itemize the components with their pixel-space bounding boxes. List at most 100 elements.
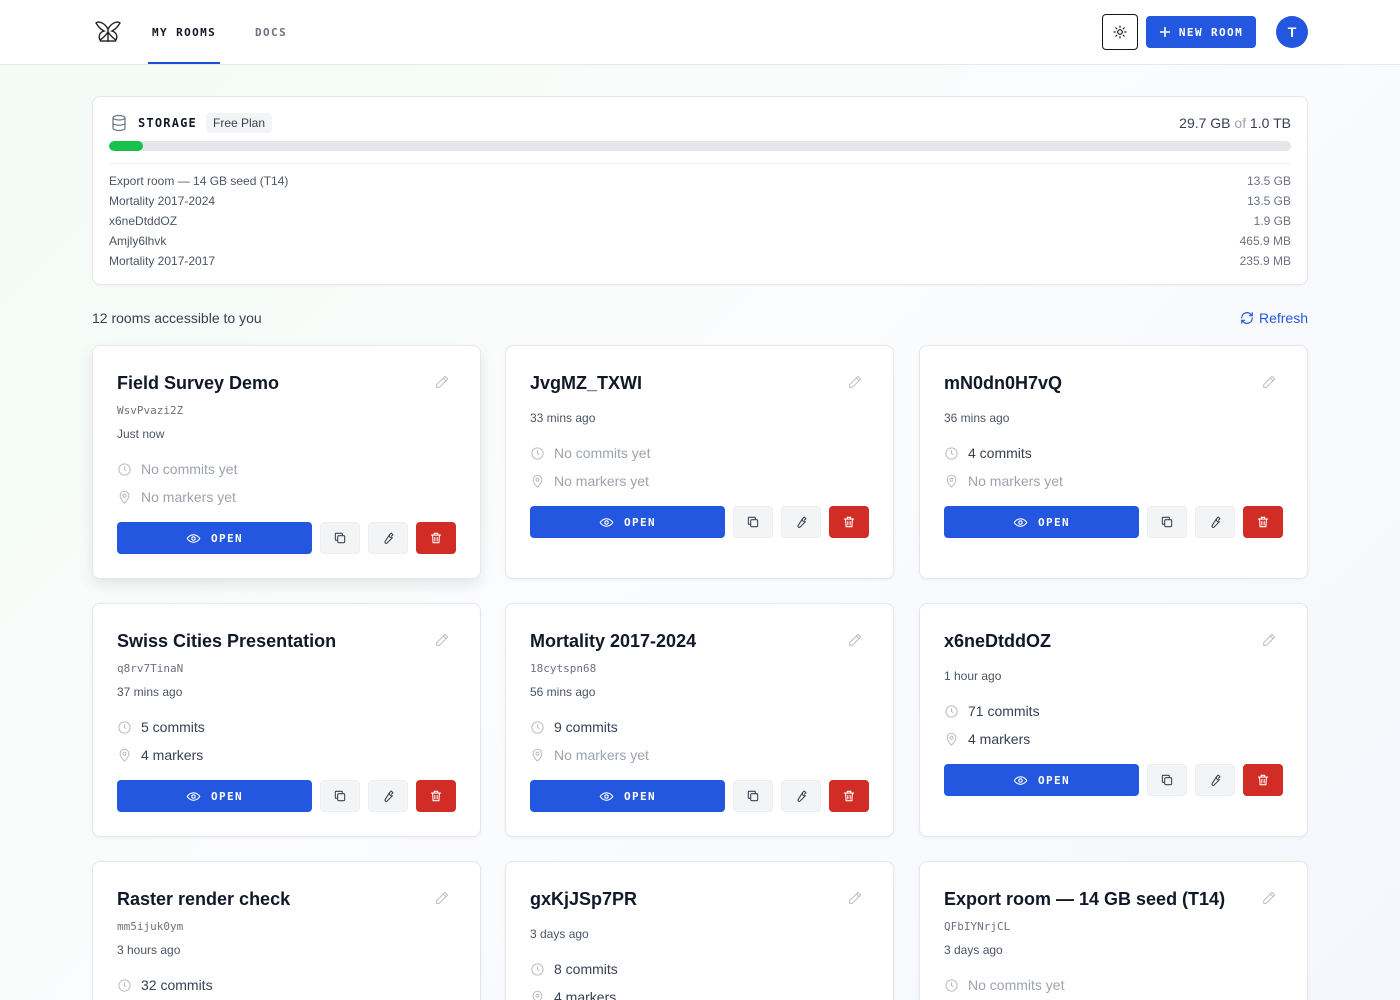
sun-icon bbox=[1113, 25, 1127, 39]
trash-icon bbox=[430, 790, 442, 802]
room-title[interactable]: Raster render check bbox=[117, 889, 290, 910]
user-avatar[interactable]: T bbox=[1276, 16, 1308, 48]
room-card[interactable]: Raster render check mm5ijuk0ym 3 hours ago… bbox=[92, 861, 481, 1000]
room-updated-time: 56 mins ago bbox=[530, 685, 596, 699]
storage-room-name: Mortality 2017-2024 bbox=[109, 194, 216, 208]
duplicate-room-button[interactable] bbox=[320, 522, 360, 554]
room-title[interactable]: JvgMZ_TXWI bbox=[530, 373, 642, 394]
open-label: OPEN bbox=[623, 789, 657, 803]
database-icon bbox=[112, 114, 126, 132]
open-room-button[interactable]: OPEN bbox=[117, 522, 312, 554]
open-room-button[interactable]: OPEN bbox=[530, 506, 725, 538]
markers-stat: 4 markers bbox=[944, 731, 1030, 747]
pencil-icon bbox=[1263, 633, 1276, 646]
room-title[interactable]: gxKjJSp7PR bbox=[530, 889, 637, 910]
commits-count: 32 commits bbox=[141, 977, 213, 993]
open-room-button[interactable]: OPEN bbox=[117, 780, 312, 812]
room-settings-button[interactable] bbox=[368, 522, 408, 554]
delete-room-button[interactable] bbox=[829, 780, 869, 812]
room-title[interactable]: Mortality 2017-2024 bbox=[530, 631, 696, 652]
room-card[interactable]: Export room — 14 GB seed (T14) QFbIYNrjCL… bbox=[919, 861, 1308, 1000]
pencil-icon bbox=[849, 633, 862, 646]
edit-room-button[interactable] bbox=[847, 632, 865, 650]
room-updated-time: 3 days ago bbox=[530, 927, 589, 941]
room-title[interactable]: Export room — 14 GB seed (T14) bbox=[944, 889, 1225, 910]
room-card[interactable]: gxKjJSp7PR 3 days ago 8 commits 4 markers bbox=[505, 861, 894, 1000]
room-card[interactable]: x6neDtddOZ 1 hour ago 71 commits 4 markers O… bbox=[919, 603, 1308, 837]
commits-count: 71 commits bbox=[968, 703, 1040, 719]
map-pin-icon bbox=[119, 748, 130, 762]
storage-usage: 29.7 GB of 1.0 TB bbox=[1179, 115, 1291, 131]
delete-room-button[interactable] bbox=[829, 506, 869, 538]
pencil-icon bbox=[436, 633, 449, 646]
room-card[interactable]: mN0dn0H7vQ 36 mins ago 4 commits No markers… bbox=[919, 345, 1308, 579]
delete-room-button[interactable] bbox=[416, 780, 456, 812]
markers-stat: No markers yet bbox=[530, 747, 649, 763]
room-settings-button[interactable] bbox=[1195, 764, 1235, 796]
edit-room-button[interactable] bbox=[434, 890, 452, 908]
room-card[interactable]: Field Survey Demo WsvPvazi2Z Just now No co… bbox=[92, 345, 481, 579]
wrench-icon bbox=[797, 516, 807, 528]
storage-room-list: Export room — 14 GB seed (T14) 13.5 GB Mor… bbox=[109, 171, 1291, 271]
logo-icon[interactable] bbox=[95, 20, 121, 44]
duplicate-room-button[interactable] bbox=[320, 780, 360, 812]
duplicate-room-button[interactable] bbox=[733, 780, 773, 812]
room-updated-time: 37 mins ago bbox=[117, 685, 183, 699]
room-updated-time: 36 mins ago bbox=[944, 411, 1010, 425]
edit-room-button[interactable] bbox=[434, 374, 452, 392]
room-title[interactable]: x6neDtddOZ bbox=[944, 631, 1051, 652]
pencil-icon bbox=[436, 375, 449, 388]
duplicate-room-button[interactable] bbox=[1147, 764, 1187, 796]
delete-room-button[interactable] bbox=[1243, 764, 1283, 796]
room-settings-button[interactable] bbox=[781, 506, 821, 538]
copy-icon bbox=[334, 790, 346, 802]
room-card[interactable]: Swiss Cities Presentation q8rv7TinaN 37 mi… bbox=[92, 603, 481, 837]
room-card[interactable]: JvgMZ_TXWI 33 mins ago No commits yet No ma… bbox=[505, 345, 894, 579]
room-settings-button[interactable] bbox=[781, 780, 821, 812]
copy-icon bbox=[1161, 774, 1173, 786]
wrench-icon bbox=[1211, 774, 1221, 786]
room-title[interactable]: Swiss Cities Presentation bbox=[117, 631, 336, 652]
storage-room-name: Export room — 14 GB seed (T14) bbox=[109, 174, 289, 188]
theme-toggle-button[interactable] bbox=[1102, 14, 1138, 50]
tab-my-rooms[interactable]: MY ROOMS bbox=[147, 0, 221, 64]
room-title[interactable]: Field Survey Demo bbox=[117, 373, 279, 394]
edit-room-button[interactable] bbox=[847, 890, 865, 908]
markers-stat: 4 markers bbox=[530, 989, 616, 1000]
new-room-button[interactable]: NEW ROOM bbox=[1146, 16, 1256, 48]
edit-room-button[interactable] bbox=[1261, 632, 1279, 650]
edit-room-button[interactable] bbox=[1261, 374, 1279, 392]
room-title[interactable]: mN0dn0H7vQ bbox=[944, 373, 1062, 394]
storage-room-size: 465.9 MB bbox=[1239, 234, 1291, 248]
duplicate-room-button[interactable] bbox=[733, 506, 773, 538]
edit-room-button[interactable] bbox=[847, 374, 865, 392]
wrench-icon bbox=[384, 532, 394, 544]
open-room-button[interactable]: OPEN bbox=[530, 780, 725, 812]
clock-icon bbox=[531, 720, 544, 734]
refresh-link[interactable]: Refresh bbox=[1240, 310, 1308, 326]
open-room-button[interactable]: OPEN bbox=[944, 506, 1139, 538]
commits-stat: No commits yet bbox=[530, 445, 650, 461]
plus-icon bbox=[1159, 27, 1170, 37]
delete-room-button[interactable] bbox=[1243, 506, 1283, 538]
room-card[interactable]: Mortality 2017-2024 18cytspn68 56 mins ago… bbox=[505, 603, 894, 837]
room-updated-time: Just now bbox=[117, 427, 165, 441]
storage-row: x6neDtddOZ 1.9 GB bbox=[109, 211, 1291, 231]
open-room-button[interactable]: OPEN bbox=[944, 764, 1139, 796]
tab-docs[interactable]: DOCS bbox=[255, 0, 287, 64]
commits-count: No commits yet bbox=[968, 977, 1065, 993]
edit-room-button[interactable] bbox=[434, 632, 452, 650]
room-settings-button[interactable] bbox=[368, 780, 408, 812]
eye-icon bbox=[186, 533, 201, 543]
duplicate-room-button[interactable] bbox=[1147, 506, 1187, 538]
storage-room-size: 13.5 GB bbox=[1246, 174, 1291, 188]
edit-room-button[interactable] bbox=[1261, 890, 1279, 908]
storage-progress-fill bbox=[109, 141, 144, 151]
commits-stat: 8 commits bbox=[530, 961, 618, 977]
storage-row: Mortality 2017-2017 235.9 MB bbox=[109, 251, 1291, 271]
open-label: OPEN bbox=[1037, 773, 1071, 787]
delete-room-button[interactable] bbox=[416, 522, 456, 554]
room-settings-button[interactable] bbox=[1195, 506, 1235, 538]
pencil-icon bbox=[849, 891, 862, 904]
commits-count: No commits yet bbox=[141, 461, 238, 477]
